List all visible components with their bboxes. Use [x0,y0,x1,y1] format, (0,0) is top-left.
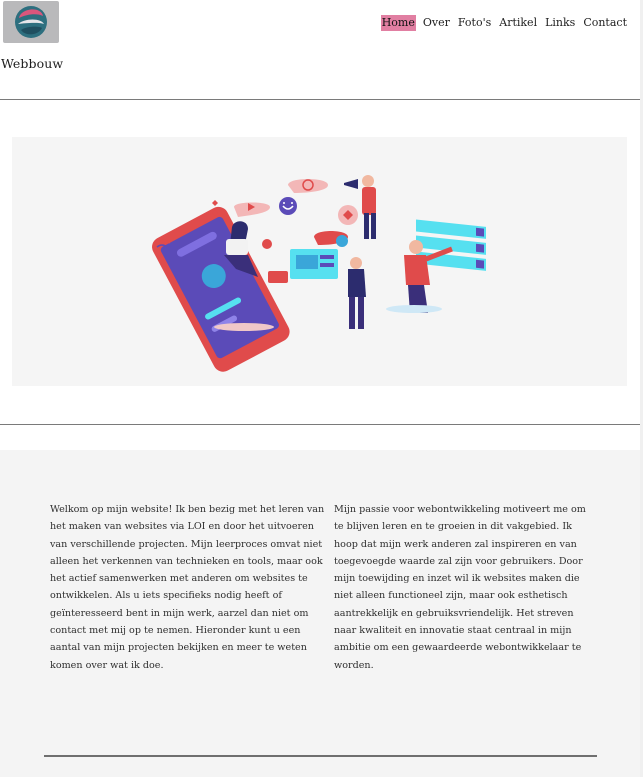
main-nav: Home Over Foto's Artikel Links Contact [380,15,628,31]
intro-text-left: Welkom op mijn website! Ik ben bezig met… [50,504,325,671]
content-bottom-divider [44,755,597,757]
header-divider [0,99,640,100]
nav-links[interactable]: Links [544,15,576,31]
hero-illustration [152,175,486,372]
site-logo[interactable] [3,1,59,43]
site-name: Webbouw [1,56,64,71]
section-divider [0,424,640,425]
nav-artikel[interactable]: Artikel [498,15,538,31]
nav-fotos[interactable]: Foto's [457,15,492,31]
nav-home[interactable]: Home [380,15,416,31]
logo-icon [15,6,47,38]
site-header: Webbouw Home Over Foto's Artikel Links C… [0,0,643,100]
intro-section: Welkom op mijn website! Ik ben bezig met… [0,450,643,777]
intro-text-right: Mijn passie voor webontwikkeling motivee… [334,504,586,671]
nav-over[interactable]: Over [422,15,451,31]
nav-contact[interactable]: Contact [582,15,628,31]
hero-banner [12,137,627,386]
